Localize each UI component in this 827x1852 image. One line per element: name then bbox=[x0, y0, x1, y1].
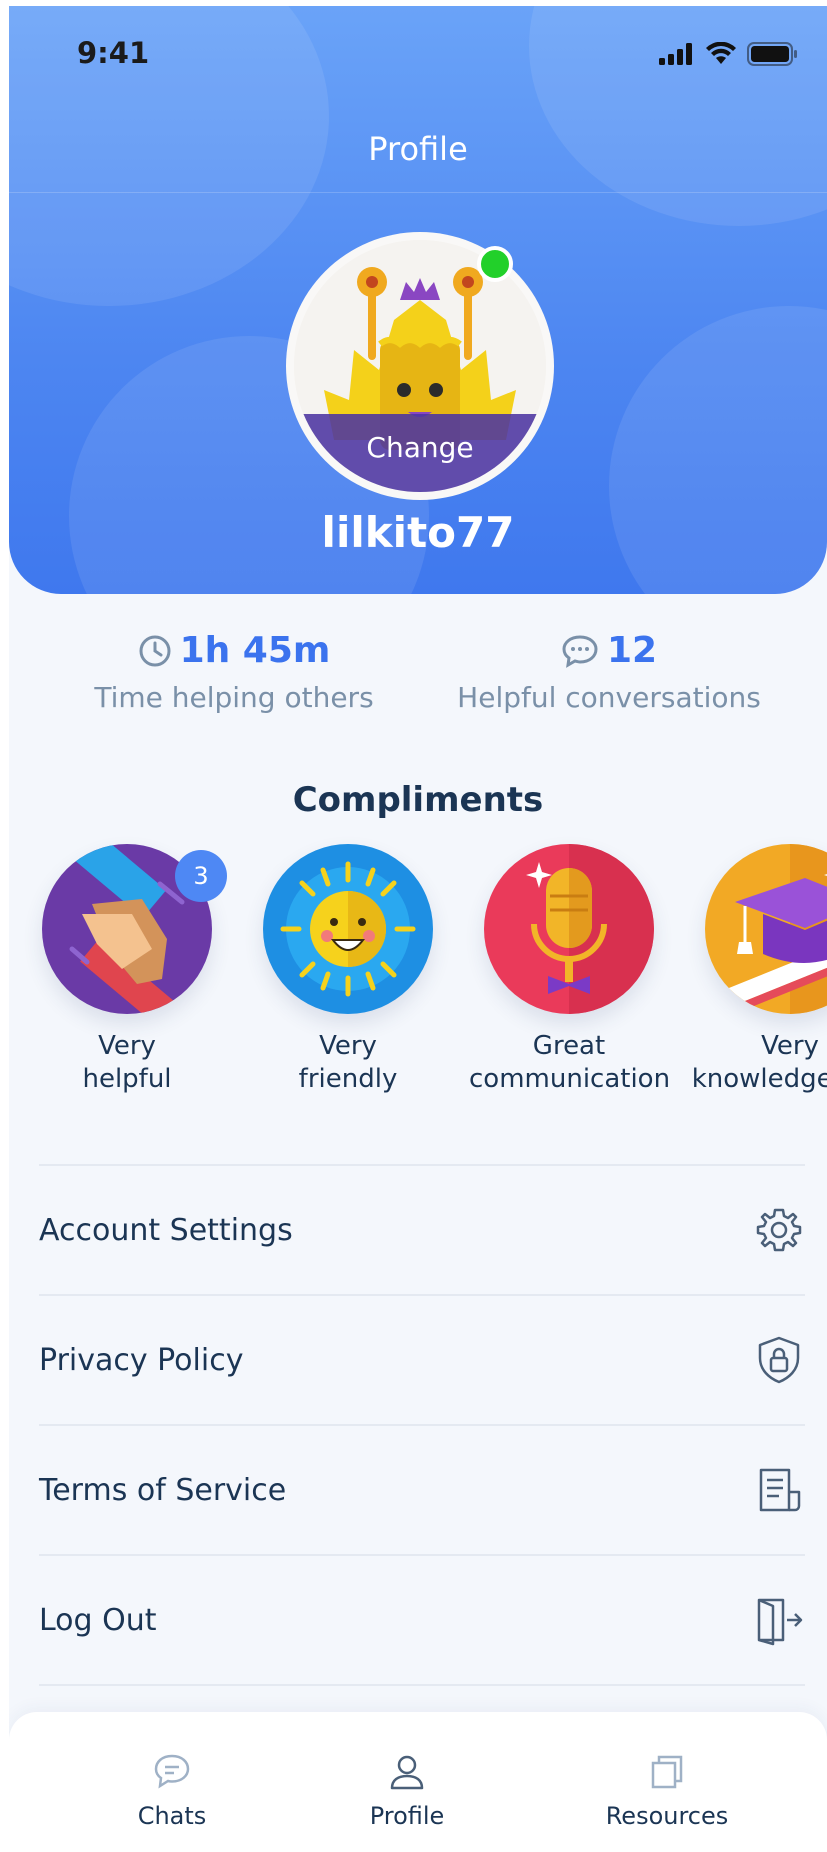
compliment-very-knowledgeable[interactable]: Very knowledgeable bbox=[690, 844, 827, 1096]
wifi-icon bbox=[706, 42, 736, 64]
document-icon bbox=[759, 1468, 801, 1512]
tab-chats[interactable]: Chats bbox=[72, 1752, 272, 1830]
clock-icon bbox=[139, 635, 171, 666]
profile-header: 9:41 Profile Change lilkito77 bbox=[9, 6, 827, 594]
online-status-indicator bbox=[477, 246, 513, 282]
page-title: Profile bbox=[368, 130, 468, 168]
menu-item-label: Privacy Policy bbox=[39, 1342, 244, 1378]
compliment-label: Very helpful bbox=[82, 1031, 172, 1094]
menu-item-log-out[interactable]: Log Out bbox=[39, 1556, 805, 1686]
status-icons bbox=[659, 42, 799, 66]
background-blob bbox=[529, 6, 827, 226]
chat-bubble-icon bbox=[562, 634, 598, 668]
stat-time-helping: 1h 45m Time helping others bbox=[69, 630, 399, 714]
status-time: 9:41 bbox=[77, 36, 150, 70]
menu-item-label: Log Out bbox=[39, 1602, 157, 1638]
microphone-icon bbox=[526, 844, 654, 1014]
tab-label: Chats bbox=[137, 1802, 207, 1830]
gear-icon bbox=[756, 1208, 802, 1252]
stat-conversations: 12 Helpful conversations bbox=[437, 630, 781, 714]
stat-time-label: Time helping others bbox=[94, 681, 374, 714]
graduation-cap-icon bbox=[717, 844, 827, 1014]
compliment-label: Very friendly bbox=[298, 1031, 398, 1094]
compliments-carousel[interactable]: Very helpful 3 Very friendly Great commu… bbox=[9, 844, 827, 1114]
chat-bubble-icon bbox=[154, 1754, 190, 1789]
compliment-very-friendly[interactable]: Very friendly bbox=[248, 844, 448, 1096]
tab-profile[interactable]: Profile bbox=[307, 1752, 507, 1830]
sun-face-icon bbox=[280, 861, 416, 997]
cellular-signal-icon bbox=[659, 43, 692, 65]
copy-pages-icon bbox=[651, 1755, 683, 1789]
compliment-very-helpful[interactable]: Very helpful 3 bbox=[27, 844, 227, 1096]
compliment-label: Great communication bbox=[469, 1031, 671, 1094]
compliments-title: Compliments bbox=[292, 780, 544, 820]
avatar[interactable]: Change bbox=[286, 232, 554, 500]
menu-item-label: Account Settings bbox=[39, 1212, 293, 1248]
username: lilkito77 bbox=[321, 508, 515, 557]
stat-conversations-label: Helpful conversations bbox=[457, 681, 761, 714]
menu-item-terms-of-service[interactable]: Terms of Service bbox=[39, 1426, 805, 1556]
settings-menu: Account Settings Privacy Policy Terms of… bbox=[39, 1164, 805, 1686]
compliment-label: Very knowledgeable bbox=[691, 1031, 827, 1094]
stat-conversations-value: 12 bbox=[606, 630, 658, 671]
tab-label: Resources bbox=[605, 1802, 729, 1830]
menu-item-label: Terms of Service bbox=[39, 1472, 287, 1508]
logout-door-icon bbox=[757, 1598, 803, 1646]
user-icon bbox=[390, 1755, 424, 1790]
bottom-tab-bar: Chats Profile Resources bbox=[9, 1712, 827, 1852]
shield-lock-icon bbox=[758, 1336, 800, 1384]
header-divider bbox=[9, 192, 827, 193]
change-avatar-button[interactable]: Change bbox=[294, 414, 546, 492]
tab-label: Profile bbox=[369, 1802, 445, 1830]
battery-icon bbox=[747, 42, 797, 66]
profile-screen: 9:41 Profile Change lilkito77 1h 45m Tim… bbox=[9, 6, 827, 1852]
menu-item-privacy-policy[interactable]: Privacy Policy bbox=[39, 1296, 805, 1426]
compliment-count-badge: 3 bbox=[175, 850, 227, 902]
compliment-great-communication[interactable]: Great communication bbox=[469, 844, 671, 1096]
tab-resources[interactable]: Resources bbox=[567, 1752, 767, 1830]
menu-item-account-settings[interactable]: Account Settings bbox=[39, 1166, 805, 1296]
stat-time-value: 1h 45m bbox=[179, 630, 331, 671]
